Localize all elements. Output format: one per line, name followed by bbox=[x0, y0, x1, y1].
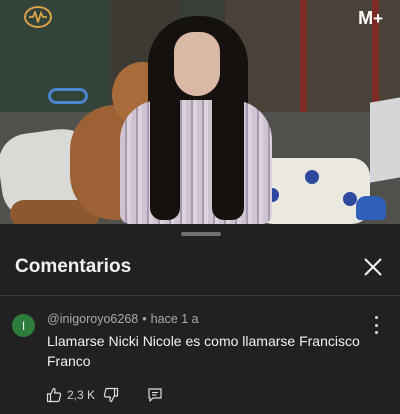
avatar[interactable]: I bbox=[12, 314, 35, 337]
comment-text: Llamarse Nicki Nicole es como llamarse F… bbox=[47, 333, 360, 369]
blue-object bbox=[356, 196, 386, 220]
more-options-icon[interactable] bbox=[370, 316, 382, 334]
close-icon[interactable] bbox=[360, 254, 386, 280]
comments-sheet: Comentarios I @inigoroyo6268 • hace 1 a Ll… bbox=[0, 224, 400, 414]
comment-actions: 2,3 K bbox=[46, 385, 163, 405]
drag-handle[interactable] bbox=[181, 232, 221, 236]
like-count: 2,3 K bbox=[67, 388, 96, 402]
person-hair-right bbox=[212, 80, 244, 220]
person-striped-shirt bbox=[120, 100, 272, 224]
comment-time: hace 1 a bbox=[150, 312, 199, 326]
reply-button[interactable] bbox=[147, 387, 163, 403]
background-pipe bbox=[300, 0, 307, 120]
thumbs-up-icon bbox=[46, 387, 62, 403]
video-player[interactable]: M + bbox=[0, 0, 400, 224]
waveform-icon bbox=[24, 6, 52, 28]
dislike-button[interactable] bbox=[103, 387, 119, 403]
thumbs-down-icon bbox=[103, 387, 119, 403]
brand-letter: M bbox=[358, 8, 373, 28]
comment-author[interactable]: @inigoroyo6268 bbox=[47, 312, 138, 326]
like-button[interactable]: 2,3 K bbox=[46, 387, 95, 403]
reply-comment-icon bbox=[148, 388, 162, 402]
person-hair-left bbox=[150, 80, 180, 220]
brand-plus: + bbox=[373, 8, 383, 28]
laptop-prop bbox=[370, 97, 400, 183]
broadcaster-logo: M + bbox=[358, 8, 383, 29]
floral-pillow bbox=[255, 158, 370, 224]
comment-meta: @inigoroyo6268 • hace 1 a bbox=[47, 312, 199, 326]
person-face bbox=[174, 32, 220, 96]
scissors-prop bbox=[48, 88, 88, 104]
comments-title: Comentarios bbox=[15, 256, 132, 277]
meta-separator: • bbox=[142, 312, 147, 326]
divider bbox=[0, 295, 400, 296]
